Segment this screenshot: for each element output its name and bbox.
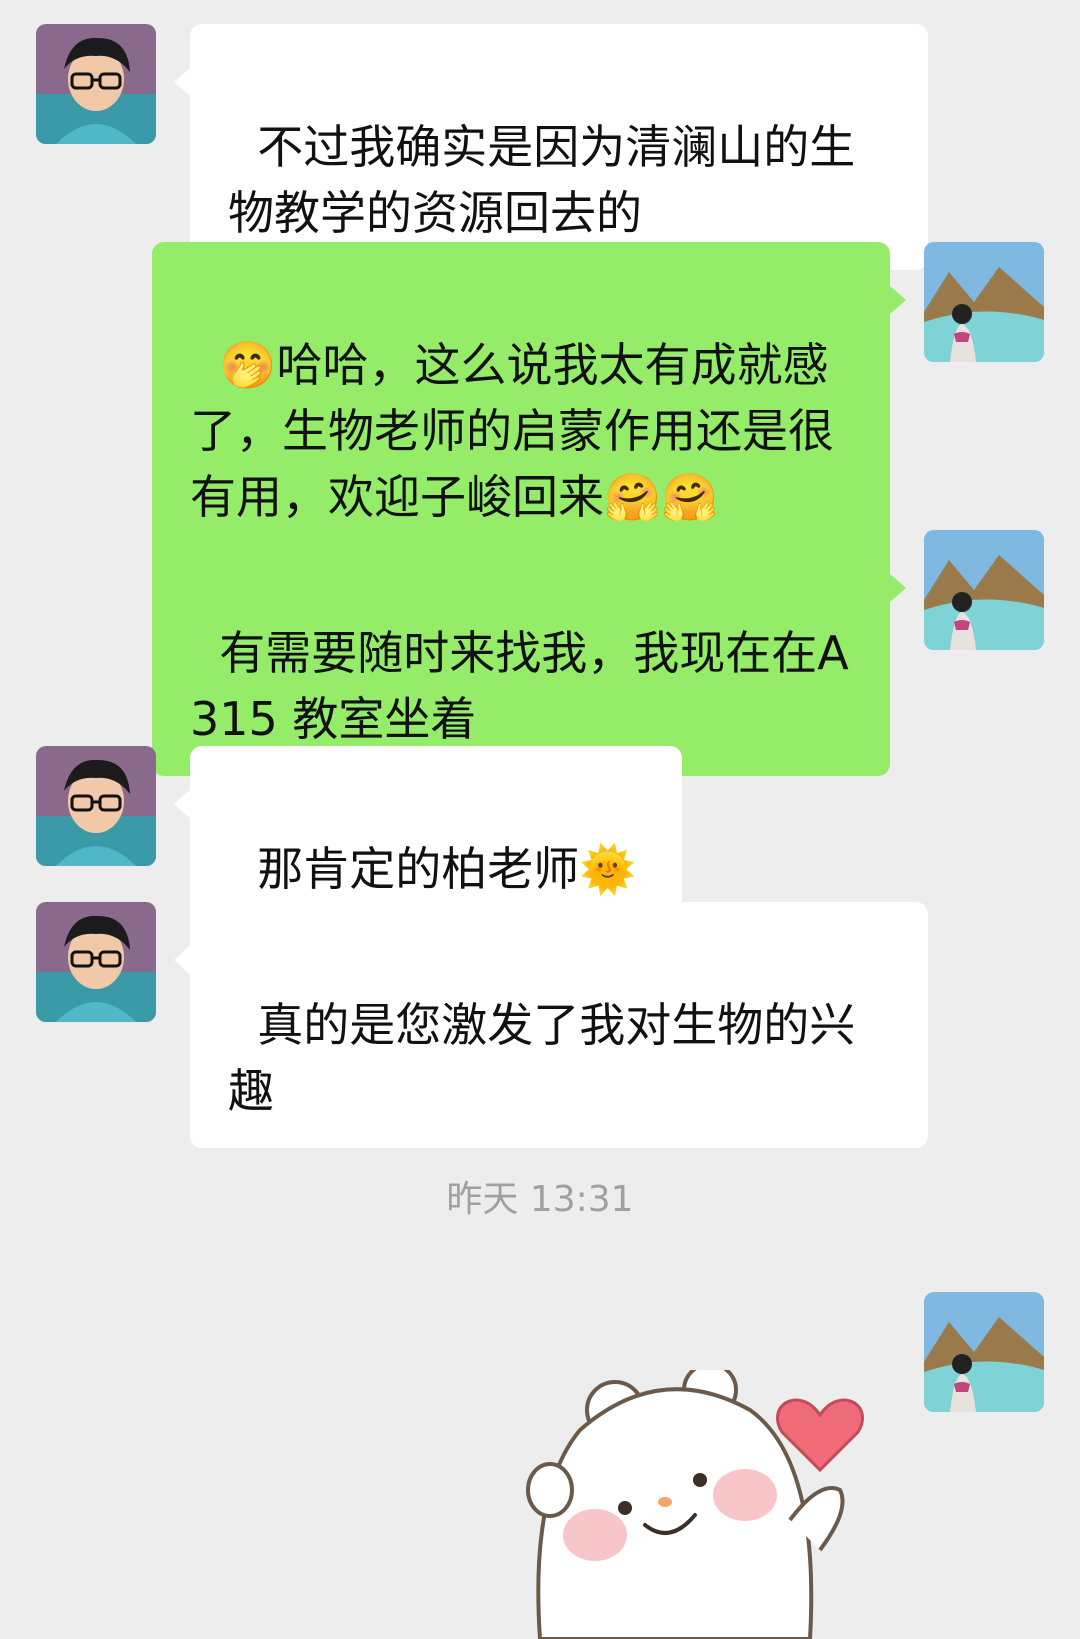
- contact-avatar[interactable]: [36, 746, 156, 866]
- message-bubble-outgoing[interactable]: 🤭哈哈，这么说我太有成就感了，生物老师的启蒙作用还是很有用，欢迎子峻回来🤗🤗: [152, 242, 906, 554]
- boy-glasses-icon: [36, 902, 156, 1022]
- sticker-message[interactable]: [520, 1370, 940, 1639]
- message-text: 🤭哈哈，这么说我太有成就感了，生物老师的启蒙作用还是很有用，欢迎子峻回来🤗🤗: [190, 338, 834, 524]
- message-text: 不过我确实是因为清澜山的生物教学的资源回去的: [228, 120, 856, 240]
- message-bubble-outgoing[interactable]: 有需要随时来找我，我现在在A315 教室坐着: [152, 530, 906, 776]
- message-text: 那肯定的柏老师🌞: [257, 842, 637, 896]
- message-text: 真的是您激发了我对生物的兴趣: [228, 998, 856, 1118]
- message-text: 有需要随时来找我，我现在在A315 教室坐着: [190, 626, 849, 746]
- message-bubble-incoming[interactable]: 不过我确实是因为清澜山的生物教学的资源回去的: [174, 24, 928, 270]
- contact-avatar[interactable]: [36, 902, 156, 1022]
- boy-glasses-icon: [36, 24, 156, 144]
- message-bubble-incoming[interactable]: 那肯定的柏老师🌞: [174, 746, 682, 926]
- message-bubble-incoming[interactable]: 真的是您激发了我对生物的兴趣: [174, 902, 928, 1148]
- mountain-lake-icon: [924, 242, 1044, 362]
- self-avatar[interactable]: [924, 242, 1044, 362]
- contact-avatar[interactable]: [36, 24, 156, 144]
- mountain-lake-icon: [924, 530, 1044, 650]
- self-avatar[interactable]: [924, 530, 1044, 650]
- mountain-lake-icon: [924, 1292, 1044, 1412]
- self-avatar[interactable]: [924, 1292, 1044, 1412]
- timestamp: 昨天 13:31: [446, 1179, 634, 1220]
- bear-waving-heart-icon: [526, 1370, 865, 1639]
- boy-glasses-icon: [36, 746, 156, 866]
